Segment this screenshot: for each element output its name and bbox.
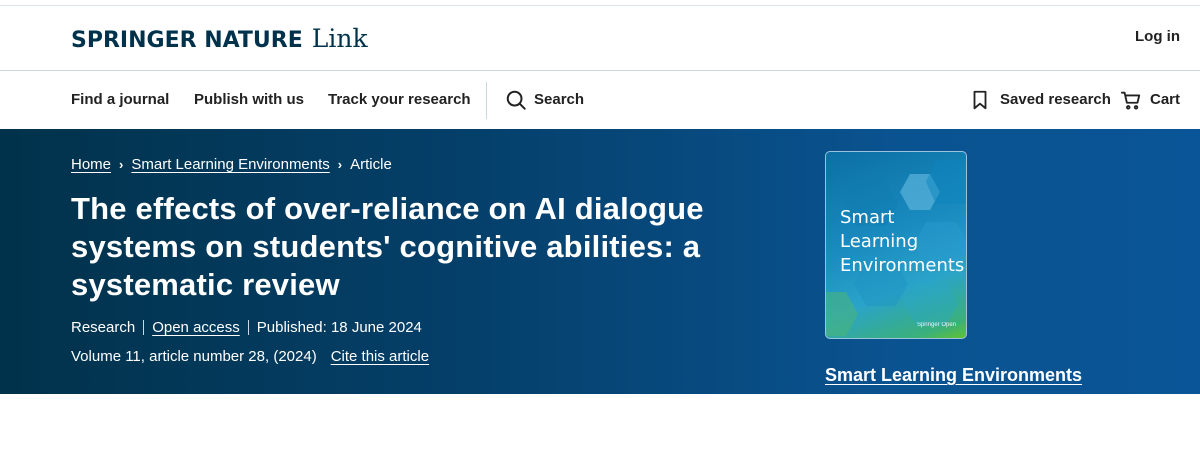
main-nav: Find a journal Publish with us Track you… xyxy=(0,72,1200,129)
cite-article-link[interactable]: Cite this article xyxy=(331,348,429,365)
chevron-right-icon: › xyxy=(119,157,124,172)
breadcrumb-current: Article xyxy=(350,156,392,173)
article-meta: Research Open access Published: 18 June … xyxy=(71,319,422,336)
nav-cart[interactable]: Cart xyxy=(1150,91,1180,108)
cover-title-line: Learning xyxy=(840,231,919,252)
login-link[interactable]: Log in xyxy=(1135,28,1180,45)
journal-cover-image[interactable]: Smart Learning Environments Springer Ope… xyxy=(825,151,967,339)
cover-publisher: Springer Open xyxy=(916,322,956,328)
breadcrumb-journal[interactable]: Smart Learning Environments xyxy=(131,156,329,173)
article-hero: Home › Smart Learning Environments › Art… xyxy=(0,129,1200,394)
meta-divider xyxy=(247,320,249,335)
logo-sub-text: Link xyxy=(311,24,368,53)
cart-icon[interactable] xyxy=(1120,89,1142,111)
meta-divider xyxy=(143,320,145,335)
logo-main-text: SPRINGER NATURE xyxy=(71,28,303,53)
open-access-link[interactable]: Open access xyxy=(152,319,240,336)
published-date: Published: 18 June 2024 xyxy=(256,319,422,336)
nav-divider xyxy=(486,82,487,119)
breadcrumb-home[interactable]: Home xyxy=(71,156,111,173)
breadcrumb: Home › Smart Learning Environments › Art… xyxy=(71,156,392,173)
springer-nature-link-logo[interactable]: SPRINGER NATURE Link xyxy=(71,24,368,54)
journal-title-link[interactable]: Smart Learning Environments xyxy=(825,365,1082,386)
article-volume-row: Volume 11, article number 28, (2024) Cit… xyxy=(71,348,429,365)
bookmark-icon[interactable] xyxy=(969,89,991,111)
chevron-right-icon: › xyxy=(337,157,343,172)
nav-saved-research[interactable]: Saved research xyxy=(1000,91,1111,108)
search-icon[interactable] xyxy=(505,89,527,111)
article-volume: Volume 11, article number 28, (2024) xyxy=(71,348,317,365)
cover-title-line: Smart xyxy=(840,207,895,228)
cover-title: Smart Learning Environments xyxy=(840,206,964,278)
article-title: The effects of over-reliance on AI dialo… xyxy=(71,191,704,302)
nav-track-research[interactable]: Track your research xyxy=(328,91,471,108)
nav-search[interactable]: Search xyxy=(534,91,584,108)
article-type: Research xyxy=(71,319,136,336)
brand-header: SPRINGER NATURE Link Log in xyxy=(0,6,1200,71)
nav-publish-with-us[interactable]: Publish with us xyxy=(194,91,304,108)
cover-title-line: Environments xyxy=(840,255,965,276)
nav-find-journal[interactable]: Find a journal xyxy=(71,91,169,108)
